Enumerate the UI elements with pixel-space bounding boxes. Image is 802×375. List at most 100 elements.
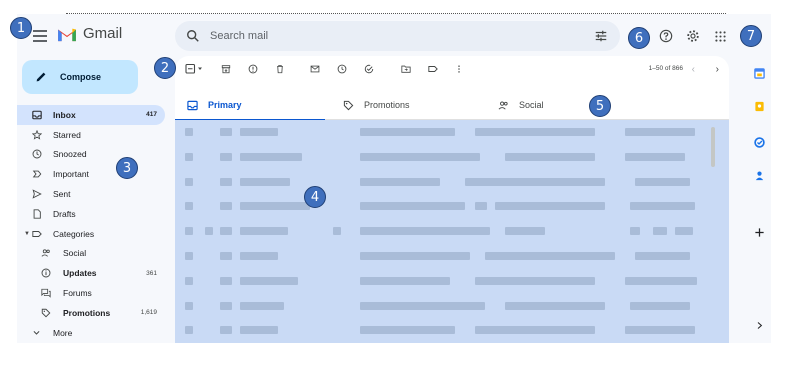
gmail-m-icon <box>58 28 76 41</box>
sidebar-item-promotions[interactable]: Promotions 1,619 <box>17 303 165 323</box>
email-list-blurred[interactable] <box>175 120 729 343</box>
sidebar-item-updates[interactable]: Updates 361 <box>17 263 165 283</box>
archive-icon[interactable] <box>220 63 232 75</box>
tasks-icon[interactable] <box>753 136 765 148</box>
sidebar-item-snoozed[interactable]: Snoozed <box>17 145 165 165</box>
expand-caret-icon[interactable]: ▼ <box>24 231 30 237</box>
main-menu-icon[interactable] <box>33 30 47 42</box>
tab-promotions[interactable]: Promotions <box>343 90 410 120</box>
email-row[interactable] <box>175 170 729 195</box>
blurred-text <box>360 152 480 161</box>
sidebar-item-label: Snoozed <box>53 149 87 160</box>
forum-icon <box>40 288 51 299</box>
label-as-icon[interactable] <box>427 63 439 75</box>
people-icon <box>498 101 508 110</box>
email-row[interactable] <box>175 120 729 145</box>
sidebar-item-social[interactable]: Social <box>17 244 165 264</box>
blurred-text <box>333 227 341 236</box>
sidebar-item-label: Drafts <box>53 208 76 219</box>
select-checkbox-icon[interactable] <box>185 63 205 75</box>
blurred-text <box>625 152 685 161</box>
email-row[interactable] <box>175 294 729 319</box>
add-addon-icon[interactable] <box>753 226 765 238</box>
compose-button[interactable]: Compose <box>22 60 138 94</box>
inbox-icon <box>31 109 42 120</box>
email-row[interactable] <box>175 244 729 269</box>
blurred-text <box>240 276 298 285</box>
blurred-text <box>240 128 278 136</box>
sidebar-item-starred[interactable]: Starred <box>17 125 165 145</box>
sidebar-item-label: Updates <box>63 268 97 279</box>
blurred-text <box>220 128 232 136</box>
search-bar[interactable]: Search mail <box>175 21 620 51</box>
keep-notes-icon[interactable] <box>753 100 765 112</box>
label-icon <box>31 228 42 239</box>
callout-badge: 6 <box>628 27 650 49</box>
gmail-logo[interactable]: Gmail <box>56 25 122 42</box>
snooze-icon[interactable] <box>336 63 348 75</box>
unread-count: 1,619 <box>140 309 157 317</box>
important-icon <box>31 169 42 180</box>
blurred-text <box>360 276 450 285</box>
email-row[interactable] <box>175 194 729 219</box>
chevron-down-icon <box>31 327 42 338</box>
sidebar-item-drafts[interactable]: Drafts <box>17 204 165 224</box>
newer-page-icon[interactable]: ‹ <box>692 64 695 75</box>
search-options-icon[interactable] <box>594 29 608 43</box>
add-to-tasks-icon[interactable] <box>363 63 375 75</box>
search-input[interactable]: Search mail <box>210 30 594 42</box>
more-options-icon[interactable] <box>453 63 465 75</box>
mark-as-unread-icon[interactable] <box>309 63 321 75</box>
blurred-text <box>360 252 470 260</box>
sidebar-item-more[interactable]: More <box>17 323 165 343</box>
search-icon[interactable] <box>186 29 200 43</box>
sidebar-item-important[interactable]: Important <box>17 164 165 184</box>
blurred-text <box>185 177 193 186</box>
callout-badge: 5 <box>589 95 611 117</box>
blurred-text <box>185 276 193 285</box>
sidebar-item-categories[interactable]: ▼ Categories <box>17 224 165 244</box>
contacts-icon[interactable] <box>753 169 765 181</box>
blurred-text <box>635 252 690 260</box>
blurred-text <box>220 202 232 211</box>
star-icon <box>31 129 42 140</box>
older-page-icon[interactable]: › <box>716 64 719 75</box>
blurred-text <box>360 177 440 186</box>
sidebar-item-sent[interactable]: Sent <box>17 184 165 204</box>
report-spam-icon[interactable] <box>247 63 259 75</box>
email-row[interactable] <box>175 219 729 244</box>
calendar-icon[interactable] <box>753 67 765 79</box>
expand-side-panel-icon[interactable] <box>753 319 765 331</box>
blurred-text <box>475 326 595 335</box>
delete-icon[interactable] <box>274 63 286 75</box>
blurred-text <box>635 177 690 186</box>
tag-icon <box>40 307 51 318</box>
sidebar-item-label: Sent <box>53 189 71 200</box>
apps-grid-icon[interactable] <box>712 28 728 44</box>
blurred-text <box>475 202 487 211</box>
blurred-text <box>240 177 290 186</box>
blurred-text <box>240 301 284 310</box>
blurred-text <box>653 227 667 236</box>
sidebar-item-label: Inbox <box>53 109 76 120</box>
email-row[interactable] <box>175 318 729 343</box>
sidebar-item-inbox[interactable]: Inbox 417 <box>17 105 165 125</box>
blurred-text <box>475 276 595 285</box>
pagination-range: 1–50 of 866 <box>648 65 683 72</box>
tab-primary[interactable]: Primary <box>175 90 325 121</box>
tab-social[interactable]: Social <box>498 90 544 120</box>
blurred-text <box>505 301 605 310</box>
email-row[interactable] <box>175 269 729 294</box>
email-row[interactable] <box>175 145 729 170</box>
move-to-icon[interactable] <box>400 63 412 75</box>
blurred-text <box>360 326 455 335</box>
settings-gear-icon[interactable] <box>685 28 701 44</box>
blurred-text <box>360 202 465 211</box>
sidebar-item-forums[interactable]: Forums <box>17 283 165 303</box>
help-icon[interactable] <box>658 28 674 44</box>
blurred-text <box>240 326 278 335</box>
blurred-text <box>185 326 193 335</box>
clock-icon <box>31 149 42 160</box>
scrollbar-thumb[interactable] <box>711 127 715 167</box>
callout-badge: 3 <box>116 157 138 179</box>
